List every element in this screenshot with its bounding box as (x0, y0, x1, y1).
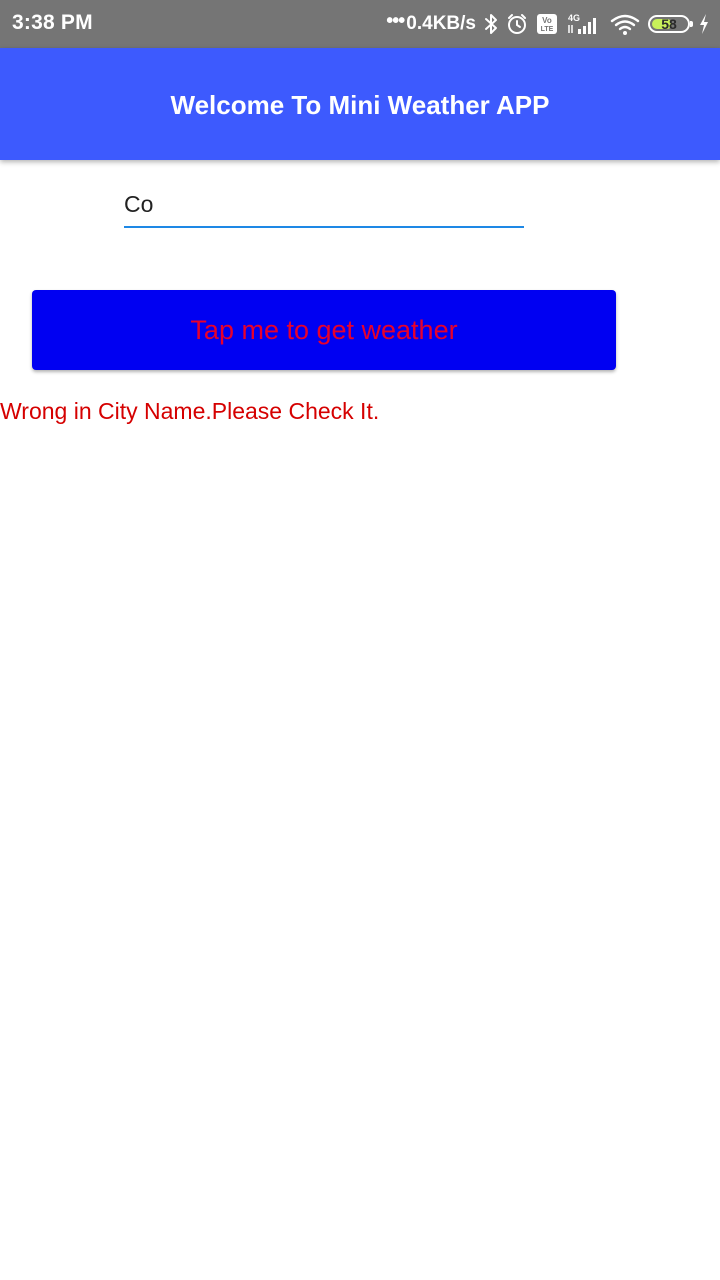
battery-icon: 58 (648, 15, 693, 33)
dots-icon: ••• (386, 9, 405, 32)
city-input[interactable] (124, 182, 524, 228)
status-icons: ••• 0.4KB/s Vo LTE 4G 58 (386, 0, 710, 48)
error-message: Wrong in City Name.Please Check It. (0, 398, 380, 424)
svg-text:LTE: LTE (541, 26, 554, 33)
get-weather-button[interactable]: Tap me to get weather (32, 290, 616, 370)
app-title: Welcome To Mini Weather APP (170, 89, 550, 120)
status-time: 3:38 PM (12, 11, 93, 34)
signal-icon: 4G (566, 12, 602, 36)
network-type-label: 4G (568, 13, 580, 23)
wifi-icon (610, 13, 640, 35)
alarm-icon (506, 13, 528, 35)
volte-icon: Vo LTE (536, 13, 558, 35)
svg-text:Vo: Vo (542, 16, 552, 25)
app-bar: Welcome To Mini Weather APP (0, 48, 720, 160)
network-speed: 0.4KB/s (406, 13, 476, 34)
battery-level: 58 (661, 16, 677, 32)
bluetooth-icon (484, 13, 498, 35)
status-bar: 3:38 PM ••• 0.4KB/s Vo LTE 4G 58 (0, 0, 720, 48)
charging-icon (698, 13, 710, 35)
battery-tip (690, 21, 693, 27)
